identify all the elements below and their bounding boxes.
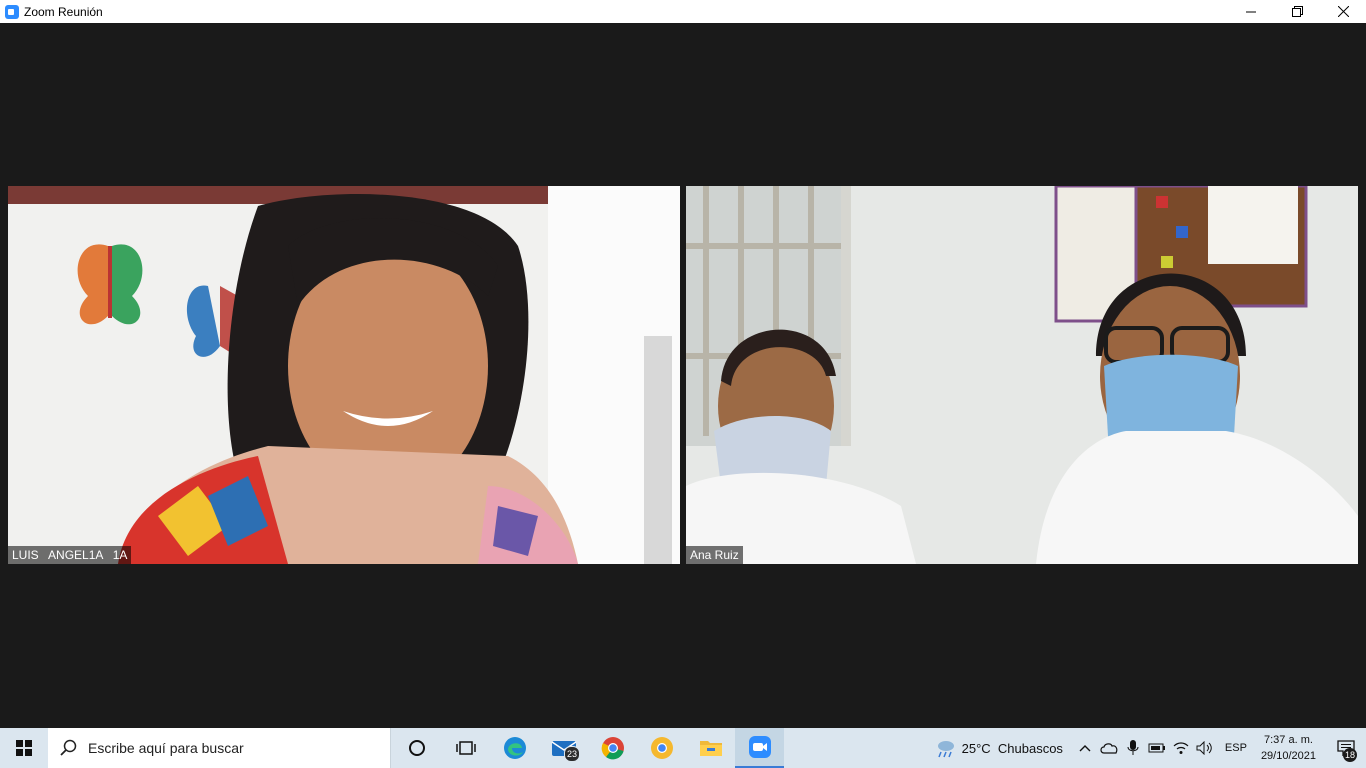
- weather-text: 25°C Chubascos: [961, 740, 1063, 756]
- chrome-taskbar-button[interactable]: [588, 728, 637, 768]
- cortana-button[interactable]: [392, 728, 441, 768]
- close-icon: [1337, 6, 1349, 17]
- butterfly-decoration: [77, 244, 143, 325]
- chevron-up-icon: [1079, 745, 1091, 752]
- close-button[interactable]: [1320, 0, 1366, 23]
- cortana-icon: [408, 740, 425, 756]
- window-title: Zoom Reunión: [24, 4, 103, 19]
- chrome-canary-taskbar-button[interactable]: [637, 728, 686, 768]
- microphone-icon: [1127, 740, 1139, 755]
- taskbar-search-box[interactable]: Escribe aquí para buscar: [48, 728, 391, 768]
- meeting-gallery: LUIS ANGEL1A 1A Ana Ruiz: [0, 23, 1366, 728]
- wifi-icon: [1173, 742, 1189, 754]
- windows-taskbar: Escribe aquí para buscar 23 25°C Chubasc…: [0, 728, 1366, 768]
- file-explorer-taskbar-button[interactable]: [686, 728, 735, 768]
- participant-video-tile[interactable]: LUIS ANGEL1A 1A: [8, 186, 680, 564]
- title-bar: Zoom Reunión: [0, 0, 1366, 23]
- rain-cloud-icon: [937, 741, 954, 758]
- participant-name-label: Ana Ruiz: [686, 546, 743, 564]
- cloud-icon: [1100, 743, 1118, 754]
- action-center-button[interactable]: 18: [1326, 728, 1366, 768]
- microphone-button[interactable]: [1121, 728, 1145, 768]
- restore-icon: [1291, 6, 1303, 17]
- windows-logo-icon: [16, 740, 32, 756]
- network-button[interactable]: [1169, 728, 1193, 768]
- participant-video: [686, 186, 1358, 564]
- onedrive-button[interactable]: [1097, 728, 1121, 768]
- speaker-icon: [1196, 741, 1212, 755]
- system-tray: 25°C Chubascos ESP 7:37 a. m. 29/10/2021…: [934, 728, 1366, 768]
- mail-unread-badge: 23: [564, 746, 580, 762]
- battery-icon: [1148, 743, 1165, 753]
- taskbar-clock[interactable]: 7:37 a. m. 29/10/2021: [1261, 732, 1316, 764]
- weather-widget[interactable]: 25°C Chubascos: [934, 738, 1063, 758]
- edge-icon: [503, 737, 526, 759]
- chrome-icon: [601, 737, 624, 760]
- folder-icon: [699, 741, 722, 756]
- restore-button[interactable]: [1274, 0, 1320, 23]
- zoom-app-icon: [5, 4, 19, 19]
- minimize-button[interactable]: [1228, 0, 1274, 23]
- chrome-canary-icon: [650, 737, 673, 759]
- search-icon: [60, 739, 77, 756]
- zoom-taskbar-button[interactable]: [735, 728, 784, 768]
- search-placeholder: Escribe aquí para buscar: [88, 740, 244, 756]
- participant-video-tile[interactable]: Ana Ruiz: [686, 186, 1358, 564]
- show-hidden-icons-button[interactable]: [1073, 728, 1097, 768]
- participant-name-label: LUIS ANGEL1A 1A: [8, 546, 132, 564]
- clock-time: 7:37 a. m.: [1264, 734, 1313, 746]
- task-view-icon: [455, 741, 476, 755]
- edge-taskbar-button[interactable]: [490, 728, 539, 768]
- minimize-icon: [1246, 11, 1256, 12]
- start-button[interactable]: [0, 728, 48, 768]
- clock-date: 29/10/2021: [1260, 750, 1316, 762]
- mail-taskbar-button[interactable]: 23: [539, 728, 588, 768]
- zoom-icon: [748, 736, 771, 758]
- battery-button[interactable]: [1145, 728, 1169, 768]
- notification-count-badge: 18: [1343, 748, 1357, 762]
- input-language-indicator[interactable]: ESP: [1225, 742, 1247, 754]
- task-view-button[interactable]: [441, 728, 490, 768]
- volume-button[interactable]: [1193, 728, 1217, 768]
- window-controls: [1228, 0, 1366, 23]
- participant-video: [8, 186, 680, 564]
